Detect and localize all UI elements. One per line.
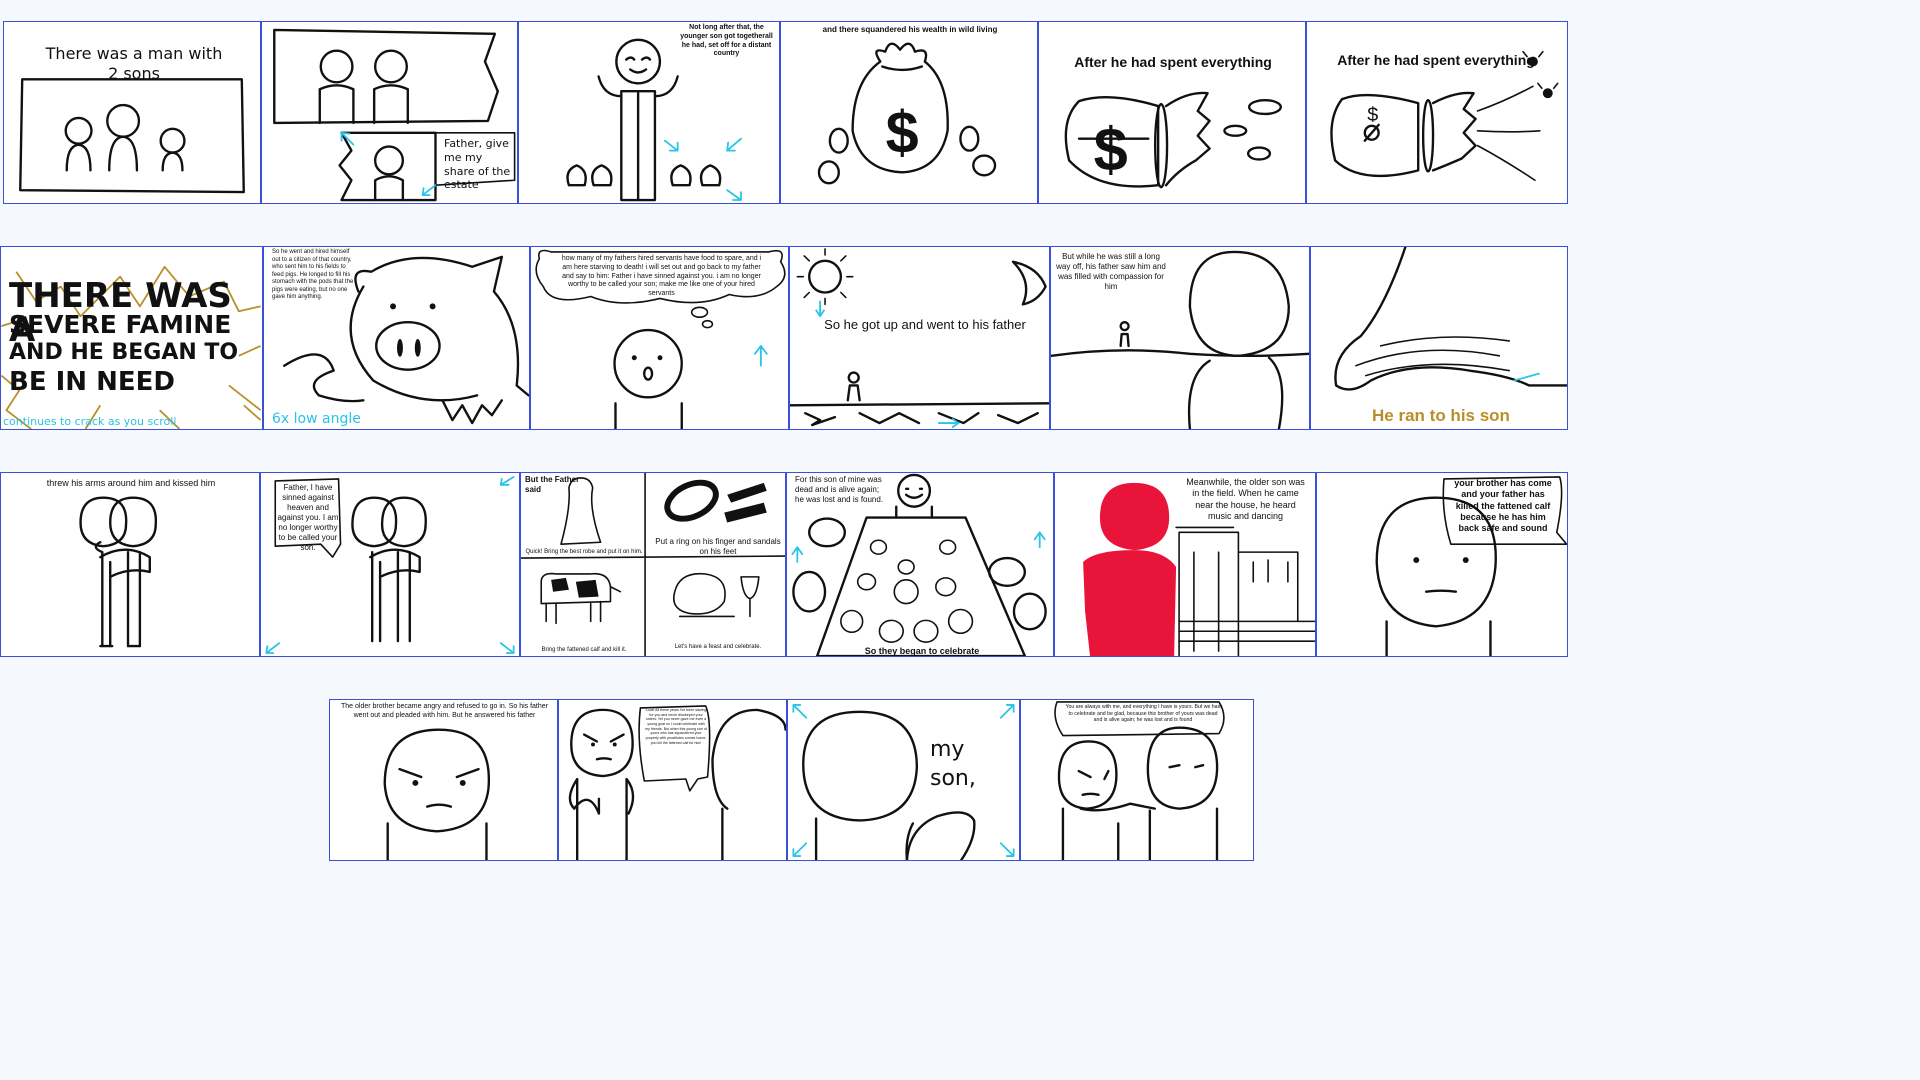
panel-21: my son, (787, 699, 1020, 861)
panel-20: Look! All these years I've been slaving … (558, 699, 787, 861)
panel-6-drawing: $ (1330, 50, 1559, 182)
panel-16-caption: For this son of mine was dead and is ali… (795, 475, 884, 504)
panel-2-speech-bubble: Father, give me my share of the estate (444, 137, 511, 192)
panel-14: Father, I have sinned against heaven and… (260, 472, 520, 657)
panel-12-drawing (1334, 247, 1567, 391)
panel-17: Meanwhile, the older son was in the fiel… (1054, 472, 1316, 657)
panel-13-caption: threw his arms around him and kissed him (46, 478, 216, 488)
panel-3-caption: Not long after that, the younger son got… (680, 24, 773, 58)
panel-13-drawing (79, 496, 157, 648)
panel-10: So he got up and went to his father (789, 246, 1050, 430)
panel-16-bottom-caption: So they began to celebrate (864, 646, 980, 656)
panel-19-caption: The older brother became angry and refus… (340, 703, 548, 719)
panel-15-caption-feast: Let's have a feast and celebrate. (674, 644, 762, 650)
panel-15-title: But the Father said (525, 475, 580, 494)
panel-7-famine-title-3: AND HE BEGAN TO (9, 340, 239, 365)
panel-15-drawing (521, 473, 785, 656)
panel-8-note: 6x low angle (272, 411, 361, 427)
panel-1-caption: There was a man with 2 sons (45, 44, 223, 83)
panel-10-caption: So he got up and went to his father (824, 317, 1026, 332)
panel-11-caption: But while he was still a long way off, h… (1056, 252, 1166, 291)
panel-22-caption: You are always with me, and everything I… (1065, 704, 1221, 723)
panel-21-words: my son, (930, 737, 976, 791)
panel-16: For this son of mine was dead and is ali… (786, 472, 1054, 657)
panel-7-famine-title-2: SEVERE FAMINE (9, 310, 232, 339)
panel-14-speech-bubble: Father, I have sinned against heaven and… (277, 483, 339, 552)
panel-19-drawing (383, 728, 491, 860)
panel-5-drawing: $ (1064, 91, 1282, 189)
panel-7: THERE WAS A SEVERE FAMINE AND HE BEGAN T… (0, 246, 263, 430)
panel-5-caption: After he had spent everything (1074, 54, 1272, 70)
panel-4-drawing: $ (817, 42, 997, 185)
panel-10-drawing (790, 248, 1049, 428)
panel-4: $ and there squandered his wealth in wil… (780, 21, 1038, 204)
svg-text:$: $ (1094, 114, 1128, 183)
panel-7-note: continues to crack as you scroll (3, 415, 177, 428)
panel-15-caption-robe: Quick! Bring the best robe and put it on… (525, 549, 643, 555)
panel-2: Father, give me my share of the estate (261, 21, 518, 204)
panel-18-speech-bubble: your brother has come and your father ha… (1454, 478, 1552, 533)
panel-22-drawing (1054, 701, 1225, 860)
svg-text:$: $ (1367, 104, 1378, 126)
panel-22: You are always with me, and everything I… (1020, 699, 1254, 861)
panel-13: threw his arms around him and kissed him (0, 472, 260, 657)
panel-8-caption: So he went and hired himself out to a ci… (272, 249, 354, 300)
panel-15-caption-ring: Put a ring on his finger and sandals on … (655, 537, 781, 556)
panel-6-caption: After he had spent everything (1337, 52, 1535, 68)
svg-text:$: $ (886, 99, 919, 166)
panel-4-caption: and there squandered his wealth in wild … (822, 25, 998, 34)
panel-8: So he went and hired himself out to a ci… (263, 246, 530, 430)
panel-15: But the Father said Quick! Bring the bes… (520, 472, 786, 657)
panel-15-caption-calf: Bring the fattened calf and kill it. (541, 647, 627, 653)
panel-7-famine-title-4: BE IN NEED (9, 367, 175, 397)
panel-19: The older brother became angry and refus… (329, 699, 558, 861)
panel-5: $ After he had spent everything (1038, 21, 1306, 204)
panel-9: how many of my fathers hired servants ha… (530, 246, 789, 430)
panel-18: your brother has come and your father ha… (1316, 472, 1568, 657)
panel-12: He ran to his son (1310, 246, 1568, 430)
panel-1: There was a man with 2 sons (3, 21, 261, 204)
panel-9-thought-bubble: how many of my fathers hired servants ha… (561, 255, 762, 297)
panel-20-speech-bubble: Look! All these years I've been slaving … (645, 708, 707, 745)
panel-11: But while he was still a long way off, h… (1050, 246, 1310, 430)
panel-6: $ After he had spent everything (1306, 21, 1568, 204)
panel-12-caption: He ran to his son (1372, 406, 1510, 425)
panel-17-caption: Meanwhile, the older son was in the fiel… (1186, 477, 1305, 521)
panel-3: Not long after that, the younger son got… (518, 21, 780, 204)
